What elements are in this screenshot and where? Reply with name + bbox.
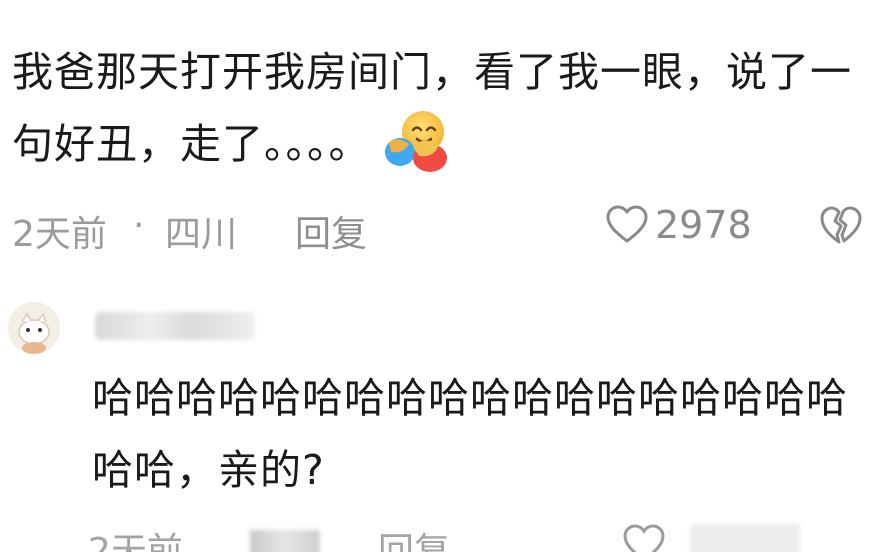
dislike-broken-heart-icon[interactable]: [818, 205, 864, 247]
like-count: 2978: [655, 203, 752, 247]
heart-icon[interactable]: [622, 524, 666, 552]
username-blurred[interactable]: [95, 312, 255, 340]
reply-button[interactable]: 回复: [295, 205, 367, 257]
cut-off-icon: [158, 0, 172, 8]
comment-time: 2天前: [12, 214, 107, 255]
comment-location: 四川: [165, 214, 238, 255]
comment-body: 我爸那天打开我房间门，看了我一眼，说了一句好丑，走了。。。。: [12, 36, 882, 180]
like-button[interactable]: 2978: [605, 203, 752, 247]
comment-thread: 我爸那天打开我房间门，看了我一眼，说了一句好丑，走了。。。。 2天前 · 四川 …: [0, 0, 894, 552]
comment-body: 哈哈哈哈哈哈哈哈哈哈哈哈哈哈哈哈哈哈哈哈，亲的?: [92, 362, 872, 506]
comment-text: 哈哈哈哈哈哈哈哈哈哈哈哈哈哈哈哈哈哈哈哈，亲的?: [92, 374, 848, 494]
heart-icon: [606, 205, 648, 243]
avatar[interactable]: [8, 302, 60, 354]
like-count-blurred: [690, 524, 800, 552]
reply-button[interactable]: 回复: [378, 522, 450, 552]
comment-time: 2天前: [88, 531, 183, 552]
meta-separator: ·: [133, 205, 145, 246]
comment-meta-row: 2天前 回复: [0, 520, 894, 552]
hugging-face-emoji-icon: [383, 108, 449, 174]
location-blurred: [250, 530, 320, 552]
